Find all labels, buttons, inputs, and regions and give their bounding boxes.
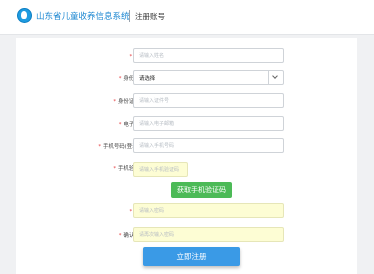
required-mark: * <box>118 233 122 239</box>
required-mark: * <box>113 99 117 105</box>
registration-form: *姓名 *身份类别 请选择 *身份证号码 *电子邮箱 *手机号码(登录名) *手… <box>16 38 357 274</box>
header-divider <box>129 10 130 22</box>
required-mark: * <box>129 54 133 60</box>
confirm-password-input[interactable] <box>133 227 284 242</box>
page-title: 注册账号 <box>135 12 165 21</box>
required-mark: * <box>118 76 122 82</box>
required-mark: * <box>118 122 122 128</box>
required-mark: * <box>98 144 102 150</box>
site-title[interactable]: 山东省儿童收养信息系统 <box>36 10 130 22</box>
required-mark: * <box>113 166 117 172</box>
email-input[interactable] <box>133 116 284 131</box>
site-logo-icon <box>17 8 32 23</box>
id-number-input[interactable] <box>133 93 284 108</box>
id-type-selected-value: 请选择 <box>139 76 156 82</box>
phone-input[interactable] <box>133 138 284 153</box>
id-type-select[interactable]: 请选择 <box>133 70 284 85</box>
register-submit-button[interactable]: 立即注册 <box>143 247 240 266</box>
required-mark: * <box>129 209 133 215</box>
password-input[interactable] <box>133 203 284 218</box>
id-type-dropdown-button[interactable] <box>268 71 283 84</box>
sms-code-input[interactable] <box>133 162 188 177</box>
app-header: 山东省儿童收养信息系统 注册账号 <box>0 0 374 35</box>
get-sms-code-button[interactable]: 获取手机验证码 <box>171 182 232 198</box>
name-input[interactable] <box>133 48 284 63</box>
chevron-down-icon <box>272 73 278 79</box>
